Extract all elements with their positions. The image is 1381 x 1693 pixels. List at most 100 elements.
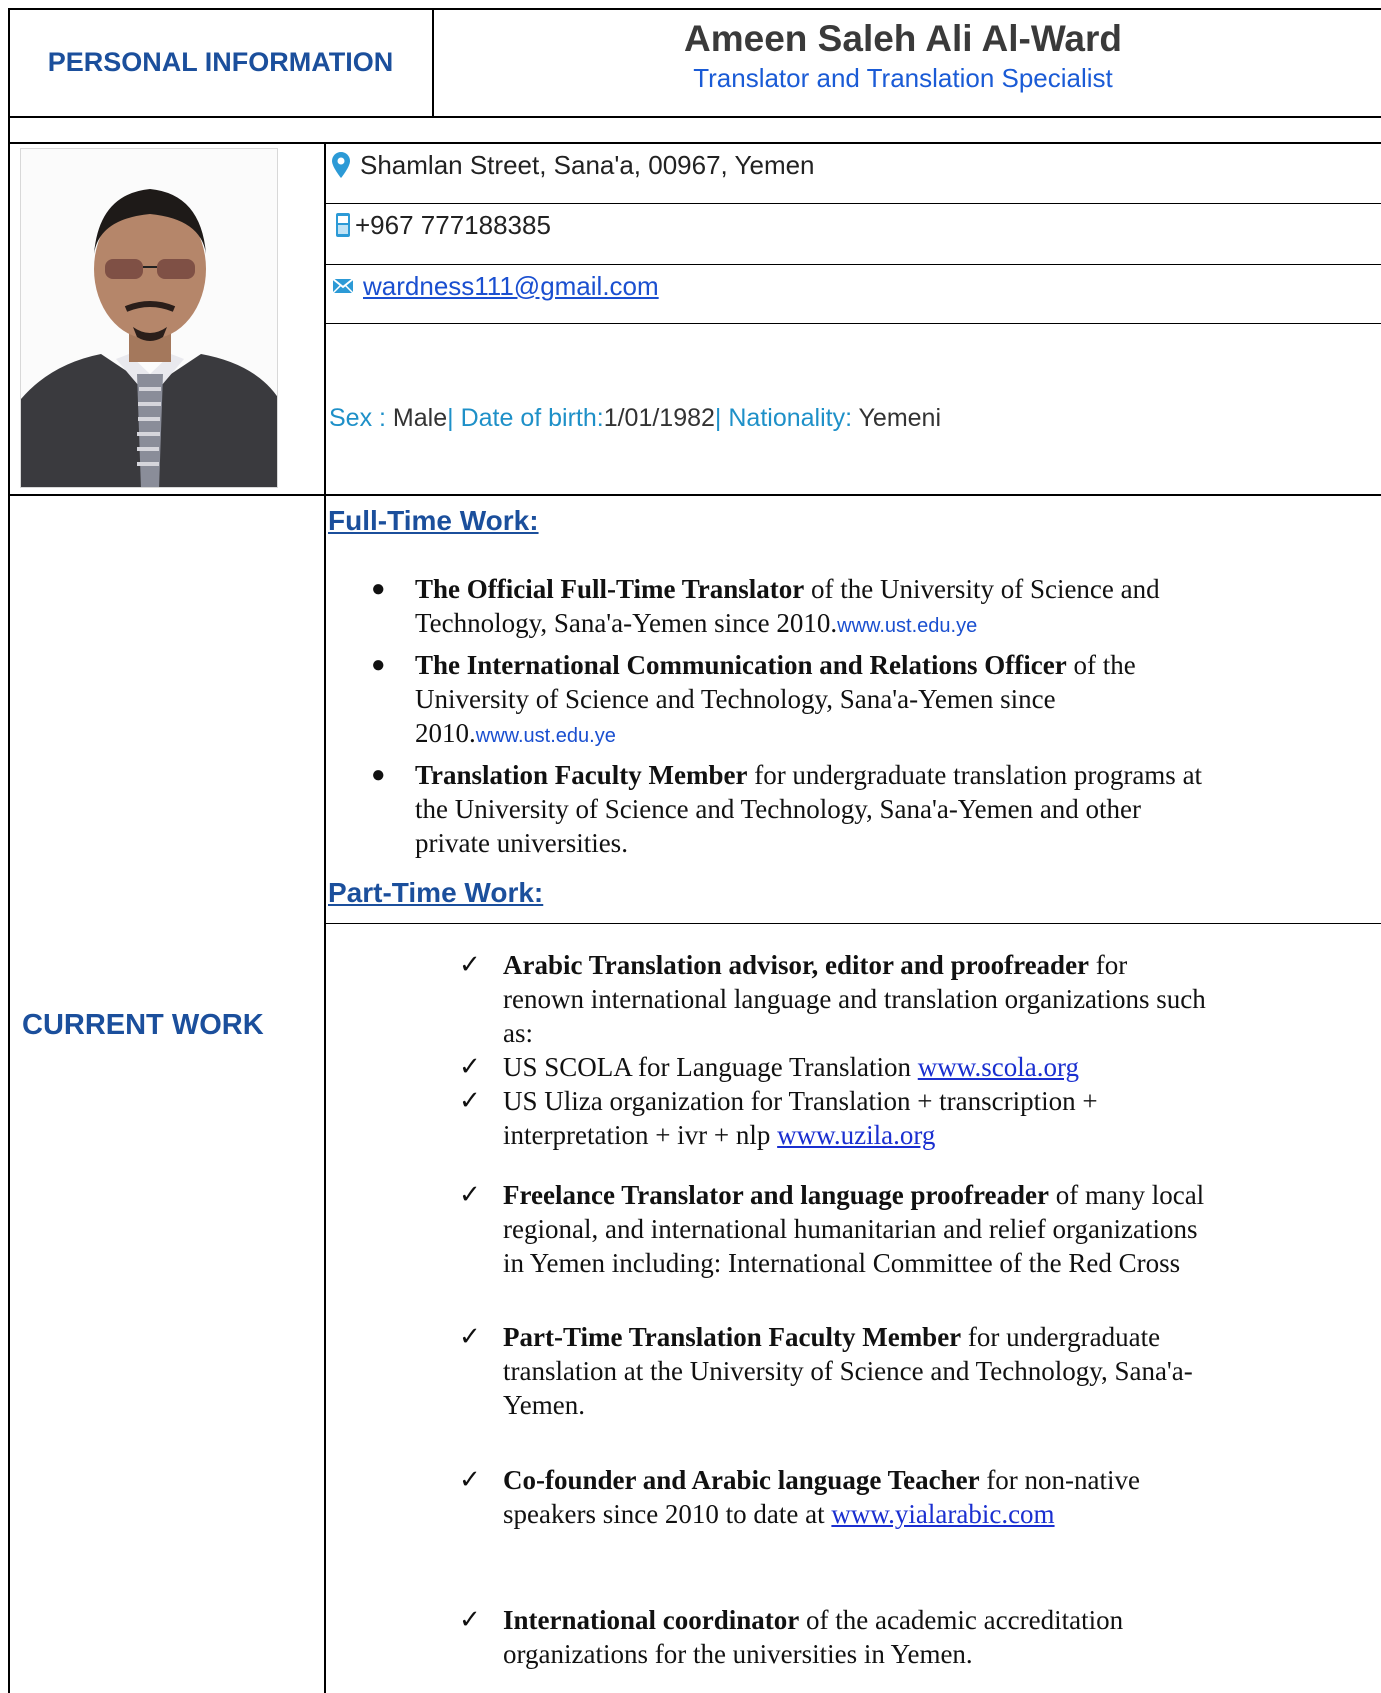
profile-photo bbox=[20, 148, 278, 488]
contact-row-line-2 bbox=[324, 264, 1381, 265]
item-line: Part-Time Translation Faculty Member for… bbox=[503, 1320, 1381, 1354]
item-line: 2010.www.ust.edu.ye bbox=[415, 716, 1365, 753]
item-text: in Yemen including: International Commit… bbox=[503, 1248, 1181, 1278]
person-title: Translator and Translation Specialist bbox=[693, 63, 1113, 93]
item-text: interpretation + ivr + nlp bbox=[503, 1120, 778, 1150]
item-text: 2010. bbox=[415, 718, 476, 748]
item-line: renown international language and transl… bbox=[503, 982, 1381, 1016]
item-text: speakers since 2010 to date at bbox=[503, 1499, 832, 1529]
item-line: Technology, Sana'a-Yemen since 2010.www.… bbox=[415, 606, 1365, 643]
item-text: as: bbox=[503, 1018, 533, 1048]
checkmark-icon: ✓ bbox=[459, 1180, 481, 1209]
item-bold: The Official Full-Time Translator bbox=[415, 574, 805, 604]
item-line: in Yemen including: International Commit… bbox=[503, 1246, 1381, 1280]
item-text: private universities. bbox=[415, 828, 628, 858]
full-time-item-3: ● Translation Faculty Member for undergr… bbox=[371, 758, 1381, 860]
item-line: interpretation + ivr + nlp www.uzila.org bbox=[503, 1118, 1381, 1152]
person-name: Ameen Saleh Ali Al-Ward bbox=[684, 18, 1122, 59]
part-time-item-5: ✓ Part-Time Translation Faculty Member f… bbox=[459, 1320, 1381, 1422]
item-line: University of Science and Technology, Sa… bbox=[415, 682, 1365, 716]
item-bold: Freelance Translator and language proofr… bbox=[503, 1180, 1049, 1210]
item-line: The Official Full-Time Translator of the… bbox=[415, 572, 1365, 606]
contact-row-line-3 bbox=[324, 323, 1381, 324]
part-time-item-7: ✓ International coordinator of the acade… bbox=[459, 1603, 1381, 1671]
item-line: speakers since 2010 to date at www.yiala… bbox=[503, 1497, 1381, 1531]
checkmark-icon: ✓ bbox=[459, 1322, 481, 1351]
item-line: US SCOLA for Language Translation www.sc… bbox=[503, 1050, 1381, 1084]
contact-row-line-1 bbox=[324, 203, 1381, 204]
email-link[interactable]: wardness111@gmail.com bbox=[363, 271, 659, 302]
item-line: US Uliza organization for Translation + … bbox=[503, 1084, 1381, 1118]
scola-link[interactable]: www.scola.org bbox=[918, 1052, 1079, 1082]
item-text: US Uliza organization for Translation + … bbox=[503, 1086, 1098, 1116]
bullet-dot: ● bbox=[371, 762, 386, 788]
address-row: Shamlan Street, Sana'a, 00967, Yemen bbox=[332, 145, 815, 185]
nationality-value: Yemeni bbox=[858, 404, 942, 432]
item-text: translation at the University of Science… bbox=[503, 1356, 1193, 1386]
item-text: Yemen. bbox=[503, 1390, 586, 1420]
item-text: of the University of Science and bbox=[804, 574, 1160, 604]
dob-label: Date of birth: bbox=[460, 404, 604, 432]
mobile-phone-icon bbox=[335, 213, 351, 237]
item-line: the University of Science and Technology… bbox=[415, 792, 1381, 826]
sex-label: Sex : bbox=[329, 404, 393, 432]
item-bold: International coordinator bbox=[503, 1605, 800, 1635]
phone-row: +967 777188385 bbox=[335, 205, 551, 245]
item-bold: Part-Time Translation Faculty Member bbox=[503, 1322, 962, 1352]
part-time-item-6: ✓ Co-founder and Arabic language Teacher… bbox=[459, 1463, 1381, 1531]
header-name-block: Ameen Saleh Ali Al-Ward Translator and T… bbox=[433, 8, 1373, 117]
item-line: Co-founder and Arabic language Teacher f… bbox=[503, 1463, 1381, 1497]
part-time-heading: Part-Time Work: bbox=[328, 877, 544, 908]
ust-url: www.ust.edu.ye bbox=[475, 725, 616, 747]
part-time-item-4: ✓ Freelance Translator and language proo… bbox=[459, 1178, 1381, 1280]
personal-details-row: Sex : Male| Date of birth:1/01/1982| Nat… bbox=[329, 404, 941, 433]
yialarabic-link[interactable]: www.yialarabic.com bbox=[831, 1499, 1054, 1529]
current-work-label: CURRENT WORK bbox=[22, 1009, 264, 1041]
full-time-item-1: ● The Official Full-Time Translator of t… bbox=[371, 572, 1365, 643]
checkmark-icon: ✓ bbox=[459, 1086, 481, 1115]
item-line: International coordinator of the academi… bbox=[503, 1603, 1381, 1637]
checkmark-icon: ✓ bbox=[459, 1465, 481, 1494]
personal-information-label: PERSONAL INFORMATION bbox=[8, 8, 433, 117]
item-text: for bbox=[1089, 950, 1128, 980]
item-line: Translation Faculty Member for undergrad… bbox=[415, 758, 1381, 792]
item-text: for undergraduate bbox=[961, 1322, 1161, 1352]
item-text: the University of Science and Technology… bbox=[415, 794, 1142, 824]
checkmark-icon: ✓ bbox=[459, 1605, 481, 1634]
part-time-item-3: ✓ US Uliza organization for Translation … bbox=[459, 1084, 1381, 1152]
item-text: of the academic accreditation bbox=[799, 1605, 1124, 1635]
item-text: US SCOLA for Language Translation bbox=[503, 1052, 918, 1082]
portrait-photo-drawing bbox=[21, 149, 277, 487]
uzila-link[interactable]: www.uzila.org bbox=[777, 1120, 935, 1150]
item-bold: Arabic Translation advisor, editor and p… bbox=[503, 950, 1090, 980]
item-line: Arabic Translation advisor, editor and p… bbox=[503, 948, 1381, 982]
item-line: as: bbox=[503, 1016, 1381, 1050]
nationality-label: Nationality: bbox=[728, 404, 859, 432]
dob-value: 1/01/1982 bbox=[603, 404, 715, 432]
spacer-bottom-line bbox=[8, 142, 1381, 144]
part-time-item-2: ✓ US SCOLA for Language Translation www.… bbox=[459, 1050, 1381, 1084]
location-pin-icon bbox=[332, 152, 350, 178]
envelope-icon bbox=[333, 279, 353, 293]
separator-2: | bbox=[714, 404, 729, 432]
item-line: regional, and international humanitarian… bbox=[503, 1212, 1381, 1246]
part-time-divider bbox=[324, 923, 1381, 924]
item-text: for undergraduate translation programs a… bbox=[747, 760, 1203, 790]
item-text: Technology, Sana'a-Yemen since 2010. bbox=[415, 608, 838, 638]
separator-1: | bbox=[447, 404, 461, 432]
item-text: renown international language and transl… bbox=[503, 984, 1206, 1014]
address-text: Shamlan Street, Sana'a, 00967, Yemen bbox=[360, 149, 815, 180]
item-line: Yemen. bbox=[503, 1388, 1381, 1422]
column-divider bbox=[324, 142, 326, 1693]
item-text: organizations for the universities in Ye… bbox=[503, 1639, 973, 1669]
item-bold: Co-founder and Arabic language Teacher bbox=[503, 1465, 980, 1495]
ust-url: www.ust.edu.ye bbox=[837, 615, 978, 637]
email-row: wardness111@gmail.com bbox=[333, 266, 659, 306]
checkmark-icon: ✓ bbox=[459, 950, 481, 979]
item-text: of many local bbox=[1048, 1180, 1205, 1210]
full-time-item-2: ● The International Communication and Re… bbox=[371, 648, 1365, 753]
border-left bbox=[8, 8, 10, 1693]
phone-text: +967 777188385 bbox=[355, 209, 551, 240]
sex-value: Male bbox=[392, 404, 448, 432]
item-bold: The International Communication and Rela… bbox=[415, 650, 1067, 680]
